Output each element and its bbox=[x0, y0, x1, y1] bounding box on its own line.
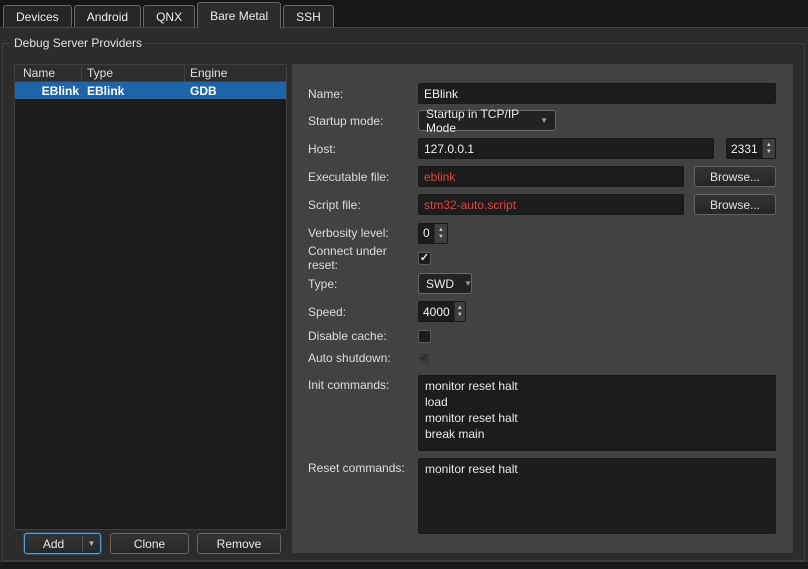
verbosity-level-label: Verbosity level: bbox=[308, 226, 418, 240]
host-label: Host: bbox=[308, 142, 418, 156]
spin-up-icon[interactable]: ▲ bbox=[438, 227, 444, 233]
tab-devices[interactable]: Devices bbox=[3, 5, 72, 27]
reset-commands-textarea[interactable]: monitor reset halt bbox=[418, 458, 776, 534]
table-header: Name Type Engine bbox=[15, 65, 286, 82]
disable-cache-label: Disable cache: bbox=[308, 329, 418, 343]
disable-cache-checkbox[interactable] bbox=[418, 330, 431, 343]
speed-spinbox[interactable]: 4000 ▲ ▼ bbox=[418, 301, 466, 322]
tab-bare-metal[interactable]: Bare Metal bbox=[197, 2, 281, 28]
spin-down-icon[interactable]: ▼ bbox=[438, 234, 444, 240]
cell-type: EBlink bbox=[82, 82, 185, 99]
providers-table: Name Type Engine EBlink EBlink GDB bbox=[14, 64, 287, 530]
column-header-engine[interactable]: Engine bbox=[185, 65, 286, 81]
verbosity-spinbox[interactable]: 0 ▲ ▼ bbox=[418, 223, 448, 244]
script-file-input[interactable] bbox=[418, 194, 684, 215]
tab-ssh[interactable]: SSH bbox=[283, 5, 334, 27]
init-commands-label: Init commands: bbox=[308, 375, 418, 392]
column-header-name[interactable]: Name bbox=[15, 65, 82, 81]
script-browse-button[interactable]: Browse... bbox=[694, 194, 776, 215]
add-button[interactable]: Add ▼ bbox=[24, 533, 101, 554]
cell-engine: GDB bbox=[185, 82, 286, 99]
auto-shutdown-checkbox-disabled: ✓ bbox=[418, 352, 431, 365]
add-dropdown-arrow-icon[interactable]: ▼ bbox=[83, 539, 100, 548]
speed-spin-buttons[interactable]: ▲ ▼ bbox=[454, 302, 465, 321]
startup-mode-dropdown[interactable]: Startup in TCP/IP Mode ▼ bbox=[418, 110, 556, 131]
init-commands-textarea[interactable]: monitor reset halt load monitor reset ha… bbox=[418, 375, 776, 451]
type-dropdown[interactable]: SWD ▼ bbox=[418, 273, 472, 294]
name-label: Name: bbox=[308, 87, 418, 101]
connect-under-reset-checkbox[interactable]: ✓ bbox=[418, 252, 431, 265]
remove-button[interactable]: Remove bbox=[197, 533, 281, 554]
chevron-down-icon: ▼ bbox=[454, 279, 472, 288]
port-spinbox[interactable]: 2331 ▲ ▼ bbox=[726, 138, 776, 159]
checkmark-icon: ✓ bbox=[420, 353, 429, 364]
verbosity-value: 0 bbox=[419, 224, 434, 243]
startup-mode-label: Startup mode: bbox=[308, 114, 418, 128]
group-title: Debug Server Providers bbox=[11, 36, 145, 50]
executable-file-input[interactable] bbox=[418, 166, 684, 187]
speed-value: 4000 bbox=[419, 302, 454, 321]
bare-metal-settings-window: Devices Android QNX Bare Metal SSH Debug… bbox=[0, 0, 808, 569]
type-label: Type: bbox=[308, 277, 418, 291]
clone-button[interactable]: Clone bbox=[110, 533, 189, 554]
spin-down-icon[interactable]: ▼ bbox=[766, 149, 772, 155]
connect-under-reset-label: Connect under reset: bbox=[308, 244, 418, 272]
spin-up-icon[interactable]: ▲ bbox=[766, 142, 772, 148]
reset-commands-label: Reset commands: bbox=[308, 458, 418, 475]
host-input[interactable] bbox=[418, 138, 714, 159]
name-input[interactable] bbox=[418, 83, 776, 104]
column-header-type[interactable]: Type bbox=[82, 65, 185, 81]
startup-mode-value: Startup in TCP/IP Mode bbox=[426, 107, 530, 135]
port-value: 2331 bbox=[727, 139, 762, 158]
verbosity-spin-buttons[interactable]: ▲ ▼ bbox=[434, 224, 447, 243]
type-value: SWD bbox=[426, 277, 454, 291]
tab-qnx[interactable]: QNX bbox=[143, 5, 195, 27]
executable-browse-button[interactable]: Browse... bbox=[694, 166, 776, 187]
cell-name: EBlink bbox=[15, 82, 82, 99]
provider-details-panel: Name: Startup mode: Startup in TCP/IP Mo… bbox=[292, 64, 793, 553]
tab-android[interactable]: Android bbox=[74, 5, 141, 27]
table-row-eblink-selected[interactable]: EBlink EBlink GDB bbox=[15, 82, 286, 99]
auto-shutdown-label: Auto shutdown: bbox=[308, 351, 418, 365]
chevron-down-icon: ▼ bbox=[530, 116, 548, 125]
speed-label: Speed: bbox=[308, 305, 418, 319]
script-file-label: Script file: bbox=[308, 198, 418, 212]
add-button-label: Add bbox=[25, 537, 82, 551]
spin-down-icon[interactable]: ▼ bbox=[457, 312, 463, 318]
spin-up-icon[interactable]: ▲ bbox=[457, 305, 463, 311]
executable-file-label: Executable file: bbox=[308, 170, 418, 184]
tab-bar: Devices Android QNX Bare Metal SSH bbox=[0, 0, 808, 27]
port-spin-buttons[interactable]: ▲ ▼ bbox=[762, 139, 775, 158]
checkmark-icon: ✓ bbox=[420, 253, 429, 264]
